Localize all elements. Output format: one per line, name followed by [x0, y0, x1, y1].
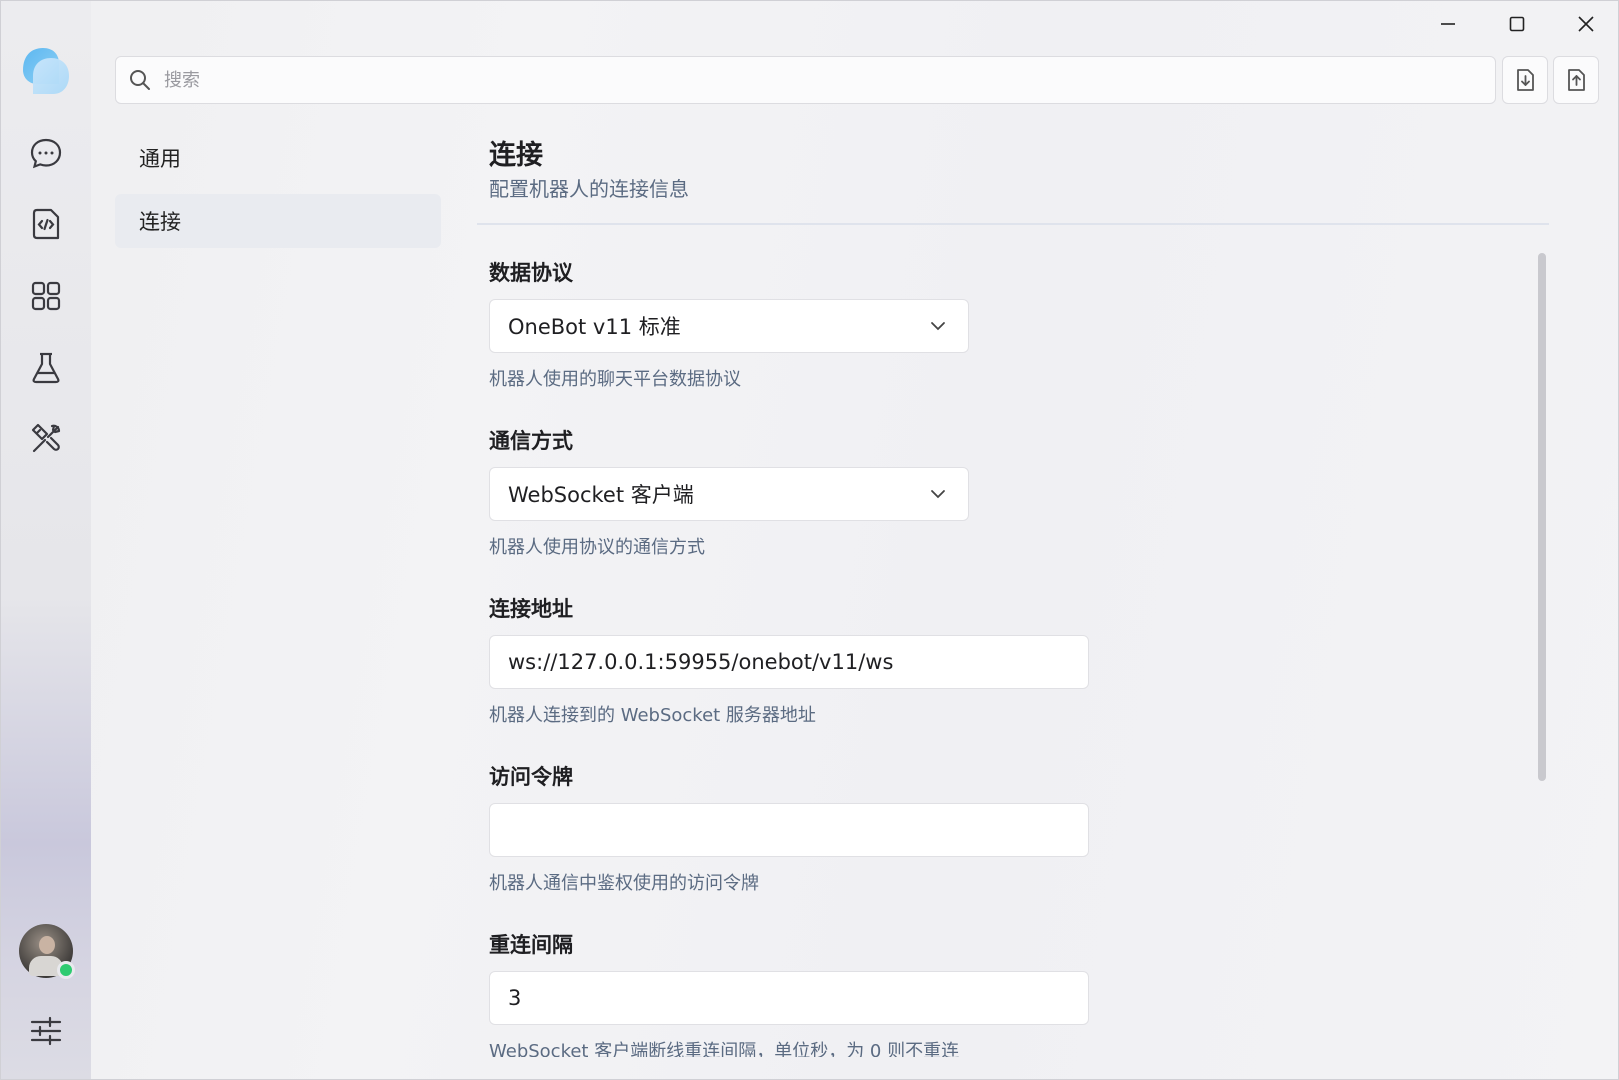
tools-icon[interactable]	[26, 419, 66, 459]
import-button[interactable]	[1502, 56, 1548, 104]
chat-icon[interactable]	[26, 133, 66, 173]
apps-grid-icon[interactable]	[26, 276, 66, 316]
minimize-icon[interactable]	[1424, 9, 1472, 39]
export-button[interactable]	[1553, 56, 1599, 104]
method-hint: 机器人使用协议的通信方式	[489, 537, 705, 558]
reconnect-input[interactable]	[508, 986, 1088, 1010]
protocol-label: 数据协议	[489, 261, 573, 285]
protocol-hint: 机器人使用的聊天平台数据协议	[489, 369, 741, 390]
chevron-down-icon	[931, 490, 945, 499]
protocol-select-value: OneBot v11 标准	[508, 315, 681, 339]
method-select[interactable]: WebSocket 客户端	[489, 467, 969, 521]
nav-item-general[interactable]: 通用	[115, 131, 441, 185]
app-logo	[19, 44, 71, 96]
section-title: 连接	[489, 140, 543, 171]
reconnect-hint: WebSocket 客户端断线重连间隔，单位秒，为 0 则不重连	[489, 1041, 960, 1057]
address-hint: 机器人连接到的 WebSocket 服务器地址	[489, 705, 816, 726]
code-file-icon[interactable]	[26, 204, 66, 244]
section-subtitle: 配置机器人的连接信息	[489, 177, 689, 201]
maximize-icon[interactable]	[1493, 9, 1541, 39]
section-divider	[477, 223, 1549, 225]
search-bar[interactable]	[115, 56, 1496, 104]
sliders-icon[interactable]	[26, 1011, 66, 1051]
reconnect-label: 重连间隔	[489, 933, 573, 957]
import-icon	[1517, 69, 1534, 91]
app-window: 通用 连接 连接 配置机器人的连接信息 数据协议 OneBot v11 标准 机…	[0, 0, 1619, 1080]
address-field[interactable]	[489, 635, 1089, 689]
address-input[interactable]	[508, 650, 1088, 674]
export-icon	[1568, 69, 1585, 91]
token-field[interactable]	[489, 803, 1089, 857]
online-status-indicator	[57, 961, 75, 979]
token-label: 访问令牌	[489, 765, 573, 789]
chevron-down-icon	[931, 322, 945, 331]
token-hint: 机器人通信中鉴权使用的访问令牌	[489, 873, 759, 894]
address-label: 连接地址	[489, 597, 573, 621]
token-input[interactable]	[508, 818, 1088, 842]
content-scrollbar[interactable]	[1538, 253, 1546, 781]
search-input[interactable]	[164, 69, 1464, 91]
method-select-value: WebSocket 客户端	[508, 483, 694, 507]
method-label: 通信方式	[489, 429, 573, 453]
nav-item-connection[interactable]: 连接	[115, 194, 441, 248]
protocol-select[interactable]: OneBot v11 标准	[489, 299, 969, 353]
reconnect-field[interactable]	[489, 971, 1089, 1025]
close-icon[interactable]	[1562, 9, 1610, 39]
search-icon	[130, 70, 150, 90]
activity-bar	[1, 1, 91, 1079]
flask-icon[interactable]	[26, 348, 66, 388]
